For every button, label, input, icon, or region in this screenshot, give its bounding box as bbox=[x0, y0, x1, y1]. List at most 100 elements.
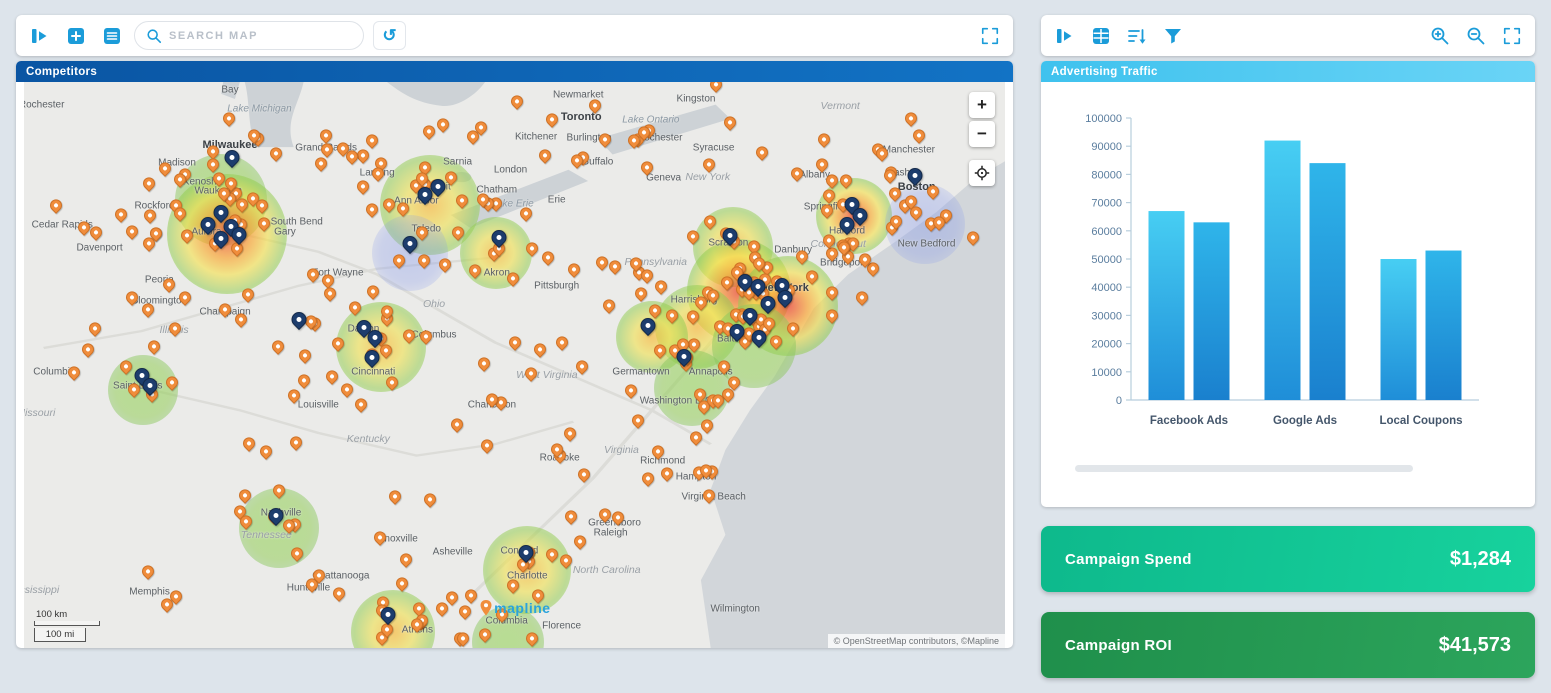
competitor-pin[interactable] bbox=[794, 248, 811, 265]
competitor-pin[interactable] bbox=[816, 131, 833, 148]
competitor-pin[interactable] bbox=[902, 110, 919, 127]
competitor-pin[interactable] bbox=[532, 341, 549, 358]
location-pin[interactable] bbox=[488, 227, 509, 248]
competitor-pin[interactable] bbox=[124, 289, 141, 306]
competitor-pin[interactable] bbox=[824, 172, 841, 189]
competitor-pin[interactable] bbox=[141, 175, 158, 192]
competitor-pin[interactable] bbox=[553, 334, 570, 351]
bar-facebook-ads-1[interactable] bbox=[1149, 211, 1185, 400]
competitor-pin[interactable] bbox=[824, 284, 841, 301]
competitor-pin[interactable] bbox=[145, 338, 162, 355]
competitor-pin[interactable] bbox=[417, 328, 434, 345]
competitor-pin[interactable] bbox=[139, 562, 156, 579]
competitor-pin[interactable] bbox=[204, 156, 221, 173]
competitor-pin[interactable] bbox=[685, 228, 702, 245]
competitor-pin[interactable] bbox=[573, 358, 590, 375]
competitor-pin[interactable] bbox=[163, 374, 180, 391]
competitor-pin[interactable] bbox=[630, 412, 647, 429]
competitor-pin[interactable] bbox=[784, 320, 801, 337]
sort-button[interactable] bbox=[1123, 22, 1150, 49]
competitor-pin[interactable] bbox=[288, 545, 305, 562]
competitor-pin[interactable] bbox=[925, 183, 942, 200]
competitor-pin[interactable] bbox=[295, 372, 312, 389]
competitor-pin[interactable] bbox=[607, 258, 624, 275]
competitor-pin[interactable] bbox=[804, 268, 821, 285]
chart-zoom-in-button[interactable] bbox=[1426, 22, 1453, 49]
competitor-pin[interactable] bbox=[597, 131, 614, 148]
competitor-pin[interactable] bbox=[853, 289, 870, 306]
location-pin[interactable] bbox=[221, 147, 242, 168]
competitor-pin[interactable] bbox=[509, 93, 526, 110]
competitor-pin[interactable] bbox=[964, 229, 981, 246]
competitor-pin[interactable] bbox=[267, 144, 284, 161]
competitor-pin[interactable] bbox=[753, 144, 770, 161]
competitor-pin[interactable] bbox=[565, 261, 582, 278]
list-view-button[interactable] bbox=[98, 22, 125, 49]
competitor-pin[interactable] bbox=[609, 509, 626, 526]
competitor-pin[interactable] bbox=[813, 156, 830, 173]
competitor-pin[interactable] bbox=[664, 307, 681, 324]
competitor-pin[interactable] bbox=[364, 201, 381, 218]
competitor-pin[interactable] bbox=[305, 266, 322, 283]
competitor-pin[interactable] bbox=[329, 335, 346, 352]
chart-scrollbar[interactable] bbox=[1075, 465, 1413, 472]
competitor-pin[interactable] bbox=[467, 262, 484, 279]
competitor-pin[interactable] bbox=[658, 465, 675, 482]
competitor-pin[interactable] bbox=[270, 482, 287, 499]
competitor-pin[interactable] bbox=[167, 320, 184, 337]
bar-facebook-ads-2[interactable] bbox=[1194, 222, 1230, 400]
competitor-pin[interactable] bbox=[435, 116, 452, 133]
location-pin[interactable] bbox=[904, 165, 925, 186]
competitor-pin[interactable] bbox=[505, 270, 522, 287]
competitor-pin[interactable] bbox=[819, 202, 836, 219]
competitor-pin[interactable] bbox=[156, 160, 173, 177]
competitor-pin[interactable] bbox=[380, 196, 397, 213]
competitor-pin[interactable] bbox=[536, 147, 553, 164]
competitor-pin[interactable] bbox=[651, 342, 668, 359]
competitor-pin[interactable] bbox=[353, 396, 370, 413]
zoom-out-button[interactable]: − bbox=[969, 121, 995, 147]
competitor-pin[interactable] bbox=[387, 488, 404, 505]
location-pin[interactable] bbox=[288, 309, 309, 330]
competitor-pin[interactable] bbox=[384, 374, 401, 391]
competitor-pin[interactable] bbox=[562, 508, 579, 525]
competitor-pin[interactable] bbox=[322, 285, 339, 302]
panel-toggle-button-2[interactable] bbox=[1051, 22, 1078, 49]
competitor-pin[interactable] bbox=[270, 338, 287, 355]
competitor-pin[interactable] bbox=[205, 142, 222, 159]
competitor-pin[interactable] bbox=[701, 213, 718, 230]
competitor-pin[interactable] bbox=[653, 278, 670, 295]
competitor-pin[interactable] bbox=[364, 283, 381, 300]
competitor-pin[interactable] bbox=[638, 159, 655, 176]
competitor-pin[interactable] bbox=[910, 127, 927, 144]
competitor-pin[interactable] bbox=[372, 529, 389, 546]
competitor-pin[interactable] bbox=[823, 307, 840, 324]
competitor-pin[interactable] bbox=[401, 327, 418, 344]
competitor-pin[interactable] bbox=[623, 381, 640, 398]
filter-button[interactable] bbox=[1159, 22, 1186, 49]
competitor-pin[interactable] bbox=[701, 487, 718, 504]
competitor-pin[interactable] bbox=[707, 82, 724, 93]
competitor-pin[interactable] bbox=[523, 240, 540, 257]
zoom-in-button[interactable]: + bbox=[969, 92, 995, 118]
competitor-pin[interactable] bbox=[524, 630, 541, 647]
competitor-pin[interactable] bbox=[113, 206, 130, 223]
competitor-pin[interactable] bbox=[507, 334, 524, 351]
table-view-button[interactable] bbox=[1087, 22, 1114, 49]
competitor-pin[interactable] bbox=[632, 285, 649, 302]
competitor-pin[interactable] bbox=[517, 205, 534, 222]
locate-button[interactable] bbox=[969, 160, 995, 186]
competitor-pin[interactable] bbox=[562, 425, 579, 442]
competitor-pin[interactable] bbox=[338, 381, 355, 398]
competitor-pin[interactable] bbox=[597, 506, 614, 523]
competitor-pin[interactable] bbox=[232, 311, 249, 328]
competitor-pin[interactable] bbox=[393, 575, 410, 592]
competitor-pin[interactable] bbox=[364, 132, 381, 149]
competitor-pin[interactable] bbox=[240, 286, 257, 303]
competitor-pin[interactable] bbox=[522, 365, 539, 382]
competitor-pin[interactable] bbox=[504, 577, 521, 594]
competitor-pin[interactable] bbox=[236, 487, 253, 504]
competitor-pin[interactable] bbox=[221, 109, 238, 126]
competitor-pin[interactable] bbox=[216, 301, 233, 318]
chart-zoom-out-button[interactable] bbox=[1462, 22, 1489, 49]
